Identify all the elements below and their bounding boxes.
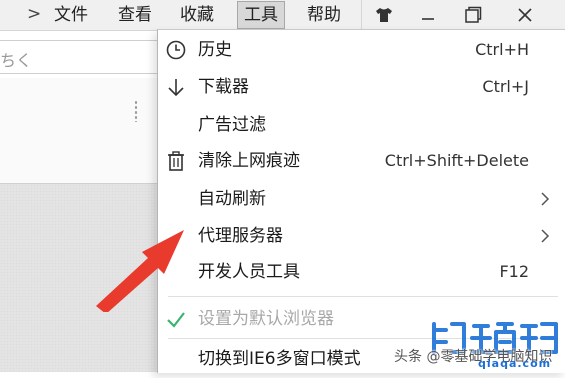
clock-icon	[166, 40, 186, 60]
menu-overflow-chevron[interactable]: >	[27, 4, 41, 24]
menu-item-ad-filter[interactable]: 广告过滤	[158, 108, 565, 144]
menu-item-downloader[interactable]: 下载器 Ctrl+J	[158, 70, 565, 106]
menu-help[interactable]: 帮助	[307, 3, 341, 27]
menu-item-shortcut: Ctrl+H	[475, 40, 529, 59]
menu-item-shortcut: Ctrl+Shift+Delete	[384, 151, 529, 170]
menu-bar: > 文件 查看 收藏 工具 帮助	[0, 0, 565, 31]
resize-grip[interactable]	[134, 100, 138, 122]
trash-icon	[168, 151, 184, 171]
menu-item-auto-refresh[interactable]: 自动刷新	[158, 182, 565, 218]
address-bar[interactable]: ちく	[0, 40, 171, 74]
toolbar-area	[0, 78, 170, 184]
shirt-icon	[376, 7, 392, 22]
menu-item-label: 代理服务器	[198, 226, 283, 246]
menu-item-clear-history[interactable]: 清除上网痕迹 Ctrl+Shift+Delete	[158, 144, 565, 180]
menu-item-label: 设置为默认浏览器	[198, 309, 334, 329]
close-icon	[518, 7, 532, 22]
menu-tools[interactable]: 工具	[237, 1, 285, 29]
chevron-right-icon	[541, 192, 550, 206]
menu-favorites[interactable]: 收藏	[180, 3, 214, 27]
menu-item-label: 切换到IE6多窗口模式	[198, 349, 361, 369]
close-button[interactable]	[503, 0, 547, 29]
menu-item-label: 清除上网痕迹	[198, 151, 300, 171]
address-bar-text: ちく	[0, 51, 33, 70]
menu-view[interactable]: 查看	[118, 3, 152, 27]
download-arrow-icon	[168, 79, 184, 97]
menu-file[interactable]: 文件	[54, 3, 88, 27]
menu-item-label: 下载器	[198, 77, 249, 97]
menu-item-shortcut: F12	[499, 262, 529, 281]
menu-item-proxy-server[interactable]: 代理服务器	[158, 219, 565, 255]
menu-item-label: 开发人员工具	[198, 262, 300, 282]
menu-item-label: 历史	[198, 40, 232, 60]
watermark-url: qiaqa.com	[478, 357, 552, 370]
annotation-arrow-icon	[96, 230, 184, 312]
skin-button[interactable]	[361, 0, 406, 29]
menu-item-label: 广告过滤	[198, 115, 266, 135]
menu-divider	[168, 296, 558, 297]
minimize-icon	[422, 17, 434, 20]
menu-item-shortcut: Ctrl+J	[482, 77, 529, 96]
restore-icon	[465, 6, 482, 23]
restore-button[interactable]	[451, 0, 495, 29]
minimize-button[interactable]	[406, 0, 450, 29]
menu-item-history[interactable]: 历史 Ctrl+H	[158, 33, 565, 69]
chevron-right-icon	[541, 229, 550, 243]
menu-item-dev-tools[interactable]: 开发人员工具 F12	[158, 255, 565, 291]
menu-item-label: 自动刷新	[198, 189, 266, 209]
